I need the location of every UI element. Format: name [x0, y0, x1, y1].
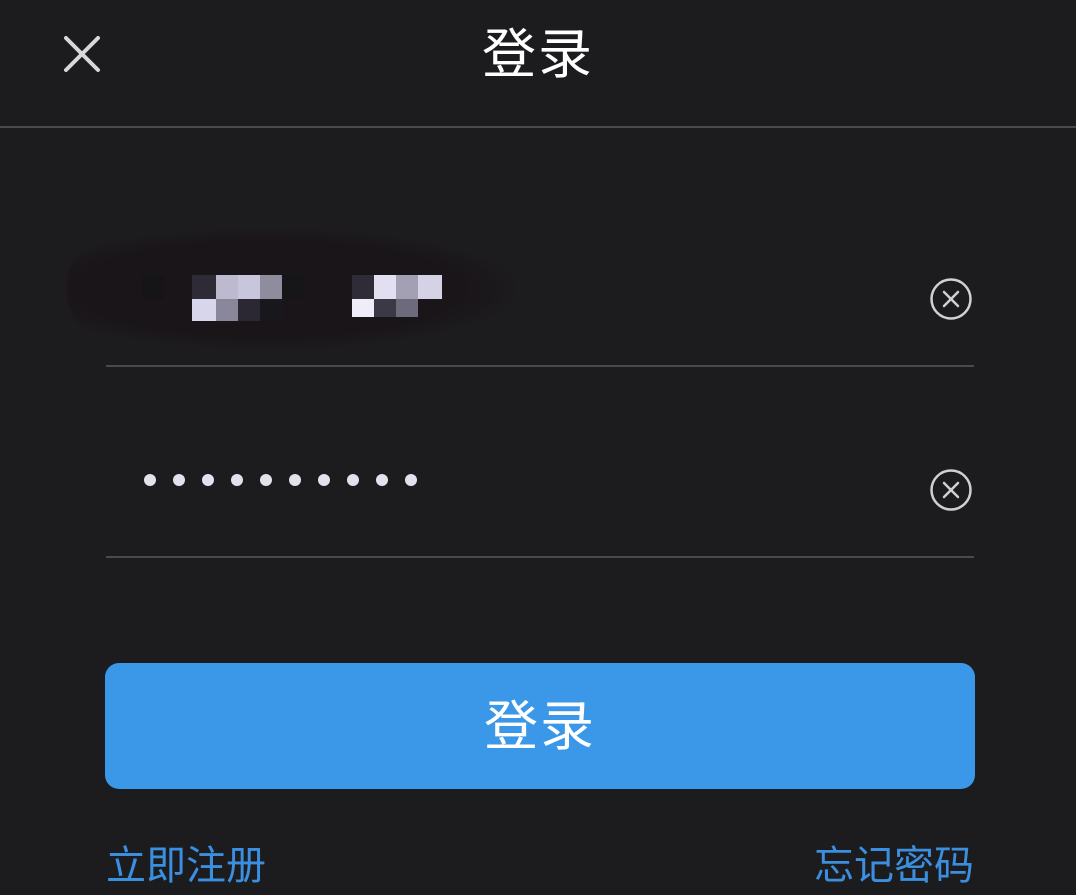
password-dot: [376, 474, 388, 486]
page-title: 登录: [482, 23, 594, 86]
clear-password-button[interactable]: [929, 468, 973, 512]
password-dot: [173, 474, 185, 486]
password-field[interactable]: [106, 430, 974, 558]
password-dot: [289, 474, 301, 486]
password-dot: [144, 474, 156, 486]
clear-circle-icon: [930, 469, 972, 511]
username-redacted-value: [142, 275, 442, 325]
password-dot: [231, 474, 243, 486]
password-dot: [405, 474, 417, 486]
password-dot: [260, 474, 272, 486]
password-dot: [202, 474, 214, 486]
password-dot: [347, 474, 359, 486]
login-button[interactable]: 登录: [105, 663, 975, 789]
nav-bar: 登录: [0, 0, 1076, 128]
username-field[interactable]: [66, 225, 974, 367]
clear-circle-icon: [930, 278, 972, 320]
register-link[interactable]: 立即注册: [106, 838, 266, 894]
forgot-password-link[interactable]: 忘记密码: [814, 838, 974, 894]
clear-username-button[interactable]: [929, 277, 973, 321]
password-masked-value: [142, 474, 442, 494]
password-dot: [318, 474, 330, 486]
